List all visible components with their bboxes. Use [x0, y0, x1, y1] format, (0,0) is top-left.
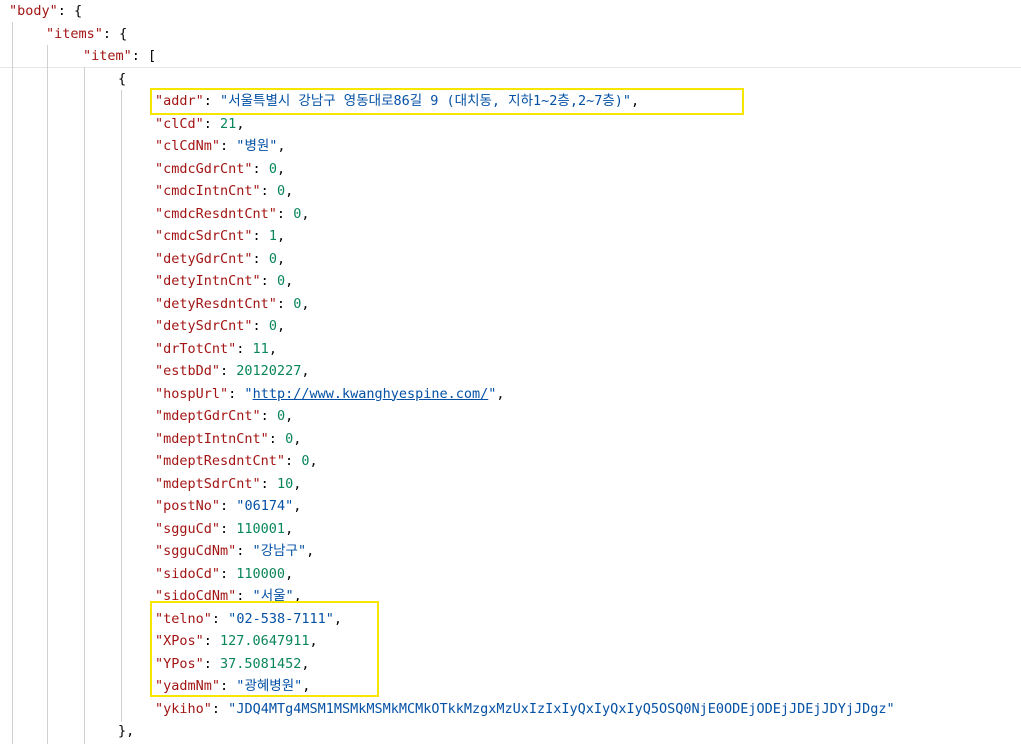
json-key: "sgguCd" [155, 520, 221, 537]
json-key: "hospUrl" [155, 385, 229, 402]
json-value-number: 21 [220, 115, 237, 132]
json-key: "body" [9, 3, 58, 19]
json-key: "sidoCdNm" [155, 588, 237, 604]
json-key: "detyResdntCnt" [155, 295, 277, 312]
json-line-clCd: "clCd": 21, [155, 115, 245, 132]
json-key: "telno" [155, 610, 212, 627]
json-key: "mdeptResdntCnt" [155, 453, 286, 469]
indent-guide [47, 45, 48, 744]
json-value-string: 강남구 [260, 543, 298, 559]
json-line-mdeptGdrCnt: "mdeptGdrCnt": 0, [155, 408, 294, 424]
json-line-clCdNm: "clCdNm": "병원", [155, 138, 286, 154]
json-value-number: 37.5081452 [220, 655, 302, 672]
json-line-ykiho: "ykiho": "JDQ4MTg4MSM1MSMkMSMkMCMkOTkkMz… [155, 700, 895, 717]
json-key: "cmdcResdntCnt" [155, 205, 277, 222]
json-line-addr: "addr": "서울특별시 강남구 영동대로86길 9 (대치동, 지하1~2… [155, 93, 640, 109]
json-value-string: JDQ4MTg4MSM1MSMkMSMkMCMkOTkkMzgxMzUxIzIx… [236, 700, 887, 717]
json-line-cmdcSdrCnt: "cmdcSdrCnt": 1, [155, 228, 286, 244]
json-key: "detyGdrCnt" [155, 250, 253, 267]
json-value-string: 광혜병원 [244, 678, 295, 694]
json-value-number: 110000 [236, 565, 286, 582]
json-value-number: 127.0647911 [220, 633, 310, 649]
json-line-sgguCdNm: "sgguCdNm": "강남구", [155, 543, 315, 559]
indent-guide [121, 90, 122, 722]
json-line-YPos: "YPos": 37.5081452, [155, 655, 310, 672]
json-value-link[interactable]: http://www.kwanghyespine.com/ [253, 386, 489, 402]
json-line-item: "item": [ [83, 48, 157, 64]
json-line-mdeptSdrCnt: "mdeptSdrCnt": 10, [155, 475, 302, 492]
json-value-string: 병원 [244, 138, 270, 154]
json-value-number: 0 [268, 160, 277, 177]
json-key: "sidoCd" [155, 565, 221, 582]
json-line-hospUrl: "hospUrl": "http://www.kwanghyespine.com… [155, 385, 505, 402]
json-key: "estbDd" [155, 363, 221, 379]
json-key: "mdeptSdrCnt" [155, 475, 261, 492]
json-line-sgguCd: "sgguCd": 110001, [155, 520, 294, 537]
json-key: "mdeptGdrCnt" [155, 408, 261, 424]
json-line-mdeptResdntCnt: "mdeptResdntCnt": 0, [155, 453, 318, 469]
json-key: "cmdcIntnCnt" [155, 183, 261, 199]
json-key: "cmdcSdrCnt" [155, 228, 253, 244]
json-value-number: 0 [268, 318, 277, 334]
json-value-string: 06174 [244, 498, 286, 514]
json-line-cmdcGdrCnt: "cmdcGdrCnt": 0, [155, 160, 286, 177]
json-key: "sgguCdNm" [155, 543, 237, 559]
json-key: "ykiho" [155, 700, 212, 717]
json-open-brace: { [118, 70, 127, 87]
json-value-number: 20120227 [236, 363, 302, 379]
json-value-string: 서울특별시 강남구 영동대로86길 9 (대치동, 지하1~2층,2~7층) [228, 93, 623, 109]
json-value-string: 서울 [260, 588, 286, 604]
json-key: "addr" [155, 93, 204, 109]
json-key: "detyIntnCnt" [155, 273, 261, 289]
json-line-estbDd: "estbDd": 20120227, [155, 363, 310, 379]
indent-guide [12, 22, 13, 744]
json-line-telno: "telno": "02-538-7111", [155, 610, 342, 627]
json-line-sidoCdNm: "sidoCdNm": "서울", [155, 588, 302, 604]
json-value-number: 1 [268, 228, 277, 244]
json-line-cmdcIntnCnt: "cmdcIntnCnt": 0, [155, 183, 294, 199]
json-line-XPos: "XPos": 127.0647911, [155, 633, 318, 649]
json-key: "items" [46, 25, 103, 42]
json-line-detyResdntCnt: "detyResdntCnt": 0, [155, 295, 310, 312]
json-line-postNo: "postNo": "06174", [155, 498, 302, 514]
json-close-brace: }, [118, 723, 135, 739]
json-key: "cmdcGdrCnt" [155, 160, 253, 177]
json-line-detySdrCnt: "detySdrCnt": 0, [155, 318, 286, 334]
json-key: "XPos" [155, 633, 204, 649]
json-key: "detySdrCnt" [155, 318, 253, 334]
json-key: "postNo" [155, 498, 221, 514]
json-key: "drTotCnt" [155, 340, 237, 357]
json-line-cmdcResdntCnt: "cmdcResdntCnt": 0, [155, 205, 310, 222]
json-viewer: "body": { "items": { "item": [ { "addr":… [0, 0, 1021, 744]
json-key: "YPos" [155, 655, 204, 672]
json-value-number: 0 [276, 408, 286, 424]
json-value-number: 0 [276, 273, 286, 289]
json-line-yadmNm: "yadmNm": "광혜병원", [155, 678, 311, 694]
json-value-number: 11 [252, 340, 269, 357]
json-value-number: 0 [276, 183, 286, 199]
json-line-drTotCnt: "drTotCnt": 11, [155, 340, 277, 357]
json-line-sidoCd: "sidoCd": 110000, [155, 565, 294, 582]
json-line-detyGdrCnt: "detyGdrCnt": 0, [155, 250, 286, 267]
json-value-number: 10 [276, 475, 294, 492]
json-key: "clCdNm" [155, 138, 221, 154]
json-line-mdeptIntnCnt: "mdeptIntnCnt": 0, [155, 430, 302, 447]
json-key: "mdeptIntnCnt" [155, 430, 269, 447]
indent-guide [84, 67, 85, 744]
json-key: "item" [83, 48, 132, 64]
json-key: "yadmNm" [155, 678, 221, 694]
json-line-body: "body": { [9, 3, 83, 19]
json-value-number: 110001 [236, 520, 286, 537]
json-value-number: 0 [285, 430, 294, 447]
json-line-detyIntnCnt: "detyIntnCnt": 0, [155, 273, 294, 289]
json-line-items: "items": { [46, 25, 128, 42]
json-value-number: 0 [268, 250, 277, 267]
json-key: "clCd" [155, 115, 204, 132]
json-value-string: 02-538-7111 [236, 610, 326, 627]
